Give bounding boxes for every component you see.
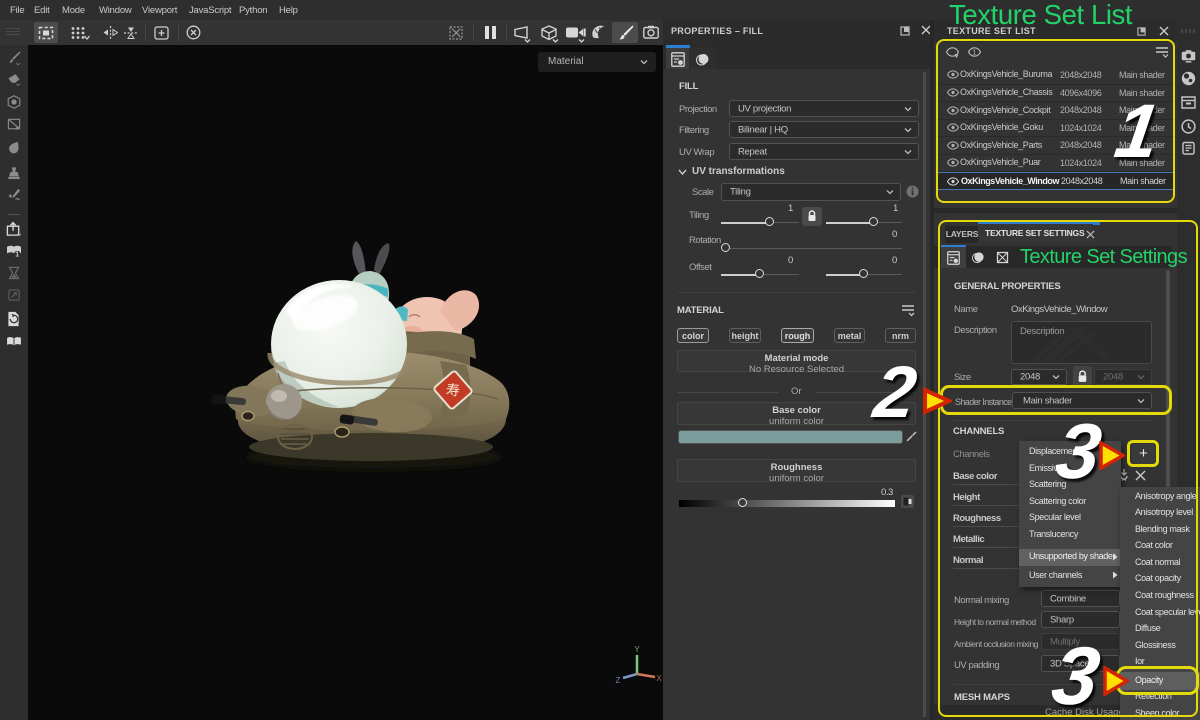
svg-text:Y: Y xyxy=(634,645,640,654)
svg-text:寿: 寿 xyxy=(445,382,460,399)
svg-text:Z: Z xyxy=(616,676,621,685)
svg-text:1: 1 xyxy=(15,252,19,258)
svg-text:X: X xyxy=(656,674,662,683)
